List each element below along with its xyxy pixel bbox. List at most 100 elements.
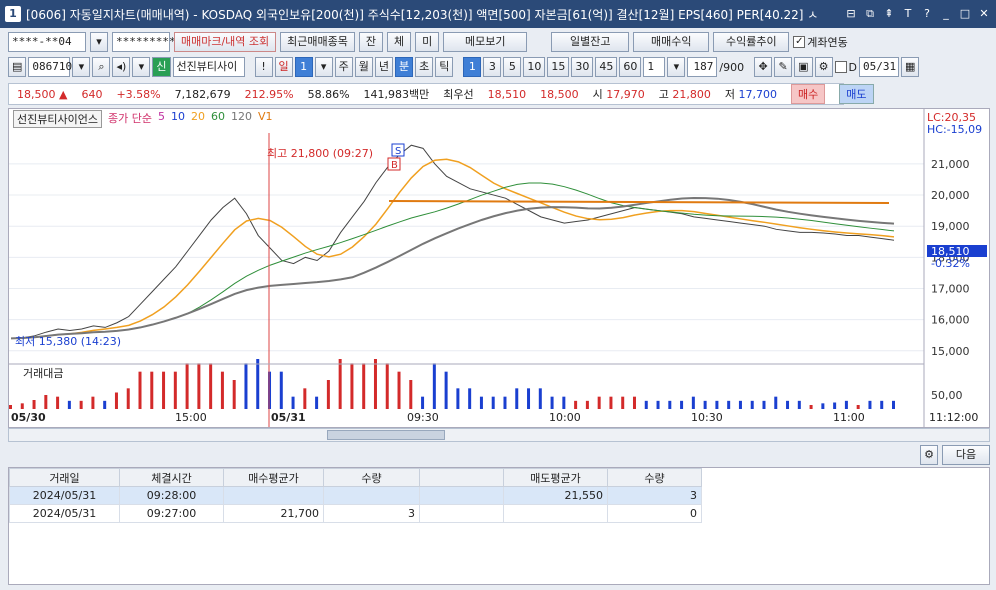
volume-bar [786, 400, 790, 409]
save-icon[interactable]: ▣ [794, 57, 813, 77]
speaker-icon[interactable]: ◂) [112, 57, 131, 77]
volume-bar [750, 400, 754, 409]
help-icon[interactable]: ? [919, 6, 935, 22]
gear-icon[interactable]: ⚙ [814, 57, 833, 77]
period-minute-button[interactable]: 분 [395, 57, 414, 77]
volume-bar [338, 359, 342, 409]
code-dropdown-icon[interactable]: ▾ [72, 57, 91, 77]
account-field[interactable]: ****-**04 [8, 32, 86, 52]
table-row[interactable]: 2024/05/31 09:27:00 21,700 3 0 [9, 504, 702, 523]
link-icon[interactable]: ⧉ [862, 6, 878, 22]
vol-title: 거래대금 [23, 367, 63, 380]
balance-button[interactable]: 잔 [358, 32, 384, 52]
password-field[interactable]: ********* [112, 32, 176, 52]
interval-5-button[interactable]: 5 [503, 57, 522, 77]
checkbox-box[interactable]: ✓ [793, 36, 806, 48]
chart-scrollbar[interactable] [8, 428, 990, 442]
volume-bar [833, 402, 837, 409]
volume-bar [456, 388, 460, 409]
unfilled-button[interactable]: 미 [415, 32, 440, 52]
search-icon[interactable]: ⌕ [92, 57, 111, 77]
interval-custom-field[interactable]: 1 [643, 57, 666, 77]
stock-name-field[interactable]: 선진뷰티사이 [172, 57, 245, 77]
maximize-icon[interactable]: □ [957, 6, 973, 22]
speaker-dropdown-icon[interactable]: ▾ [132, 57, 151, 77]
period-dropdown-icon[interactable]: ▾ [314, 57, 333, 77]
volume-bar [597, 396, 601, 409]
table-row[interactable]: 2024/05/31 09:28:00 21,550 3 [9, 486, 702, 505]
interval-60-button[interactable]: 60 [619, 57, 642, 77]
interval-1-button[interactable]: 1 [463, 57, 482, 77]
best-ask-2: 18,500 [540, 87, 579, 101]
profit-trend-button[interactable]: 수익률추이 [713, 32, 790, 52]
x-tick-label: 10:30 [691, 411, 723, 424]
table-gear-icon[interactable]: ⚙ [920, 445, 938, 465]
volume-bar [844, 400, 848, 409]
calendar-icon[interactable]: ▦ [901, 57, 920, 77]
period-week-button[interactable]: 주 [334, 57, 353, 77]
draw-icon[interactable]: ✎ [774, 57, 793, 77]
volume-bar [373, 359, 377, 409]
period-second-button[interactable]: 초 [415, 57, 434, 77]
alert-button[interactable]: ! [254, 57, 273, 77]
account-dropdown-icon[interactable]: ▾ [90, 32, 108, 52]
col-sell-avg: 매도평균가 [503, 468, 608, 487]
volume-bar [56, 396, 60, 409]
x-axis: 05/30 15:00 05/31 09:30 10:00 10:30 11:00 11:12… [11, 411, 978, 424]
recent-trades-button[interactable]: 최근매매종목 [280, 32, 355, 52]
volume-bar [421, 396, 425, 409]
price-summary: 18,500 ▲ 640 +3.58% 7,182,679 212.95% 58… [8, 83, 874, 105]
volume-bar [856, 405, 860, 409]
date-field[interactable]: 05/31 [859, 57, 899, 77]
window-title: [0606] 자동일지차트(매매내역) - KOSDAQ 외국인보유[200(천… [26, 7, 819, 22]
date-checkbox[interactable]: D [834, 61, 857, 74]
period-tick-button[interactable]: 틱 [435, 57, 454, 77]
cell-buy-avg: 21,700 [223, 504, 324, 523]
sell-button[interactable]: 매도 [839, 84, 874, 104]
interval-3-button[interactable]: 3 [483, 57, 502, 77]
period-month-button[interactable]: 월 [354, 57, 373, 77]
volume-bar [703, 400, 707, 409]
interval-dropdown-icon[interactable]: ▾ [667, 57, 686, 77]
daily-balance-button[interactable]: 일별잔고 [551, 32, 630, 52]
filled-button[interactable]: 체 [387, 32, 412, 52]
table-toolbar: ⚙ 다음 [8, 445, 990, 467]
chart-type-icon[interactable]: ▤ [8, 57, 27, 77]
interval-30-button[interactable]: 30 [571, 57, 594, 77]
volume-bar [256, 359, 260, 409]
settings-icon[interactable]: ⊟ [843, 6, 859, 22]
trade-table: 거래일 체결시간 매수평균가 수량 매도평균가 수량 2024/05/31 09… [8, 467, 990, 585]
credit-badge: 신 [152, 57, 171, 77]
cell-date: 2024/05/31 [9, 504, 120, 523]
text-icon[interactable]: T [900, 6, 916, 22]
next-button[interactable]: 다음 [942, 445, 990, 465]
col-buy-avg: 매수평균가 [223, 468, 324, 487]
scroll-thumb[interactable] [327, 430, 445, 440]
interval-10-button[interactable]: 10 [523, 57, 546, 77]
period-year-button[interactable]: 년 [374, 57, 394, 77]
pin-icon[interactable]: ⇞ [881, 6, 897, 22]
volume: 7,182,679 [174, 87, 231, 101]
price-chart[interactable]: 21,000 20,000 19,000 18,000 17,000 16,000 15,0… [8, 108, 990, 428]
interval-45-button[interactable]: 45 [595, 57, 618, 77]
crosshair-icon[interactable]: ✥ [754, 57, 773, 77]
buy-button[interactable]: 매수 [791, 84, 826, 104]
volume-bar [538, 388, 542, 409]
chart-svg[interactable]: 21,00020,00019,00018,00017,00016,00015,0… [9, 109, 989, 427]
y-tick-label: 20,000 [931, 189, 970, 202]
trade-profit-button[interactable]: 매매수익 [633, 32, 710, 52]
minimize-icon[interactable]: _ [938, 6, 954, 22]
volume-bar [774, 396, 778, 409]
stock-code-field[interactable]: 086710 [28, 57, 72, 77]
chart-stock-name[interactable]: 선진뷰티사이언스 [13, 110, 102, 128]
period-day-button[interactable]: 일 [274, 57, 293, 77]
close-icon[interactable]: ✕ [976, 6, 992, 22]
account-link-checkbox[interactable]: ✓ 계좌연동 [793, 34, 848, 50]
trade-mark-query-button[interactable]: 매매마크/내역 조회 [174, 32, 277, 52]
volume-bar [574, 400, 578, 409]
bar-count-field[interactable]: 187 [687, 57, 718, 77]
memo-button[interactable]: 메모보기 [443, 32, 528, 52]
date-checkbox-box[interactable] [834, 61, 847, 73]
period-day-num[interactable]: 1 [294, 57, 313, 77]
interval-15-button[interactable]: 15 [547, 57, 570, 77]
